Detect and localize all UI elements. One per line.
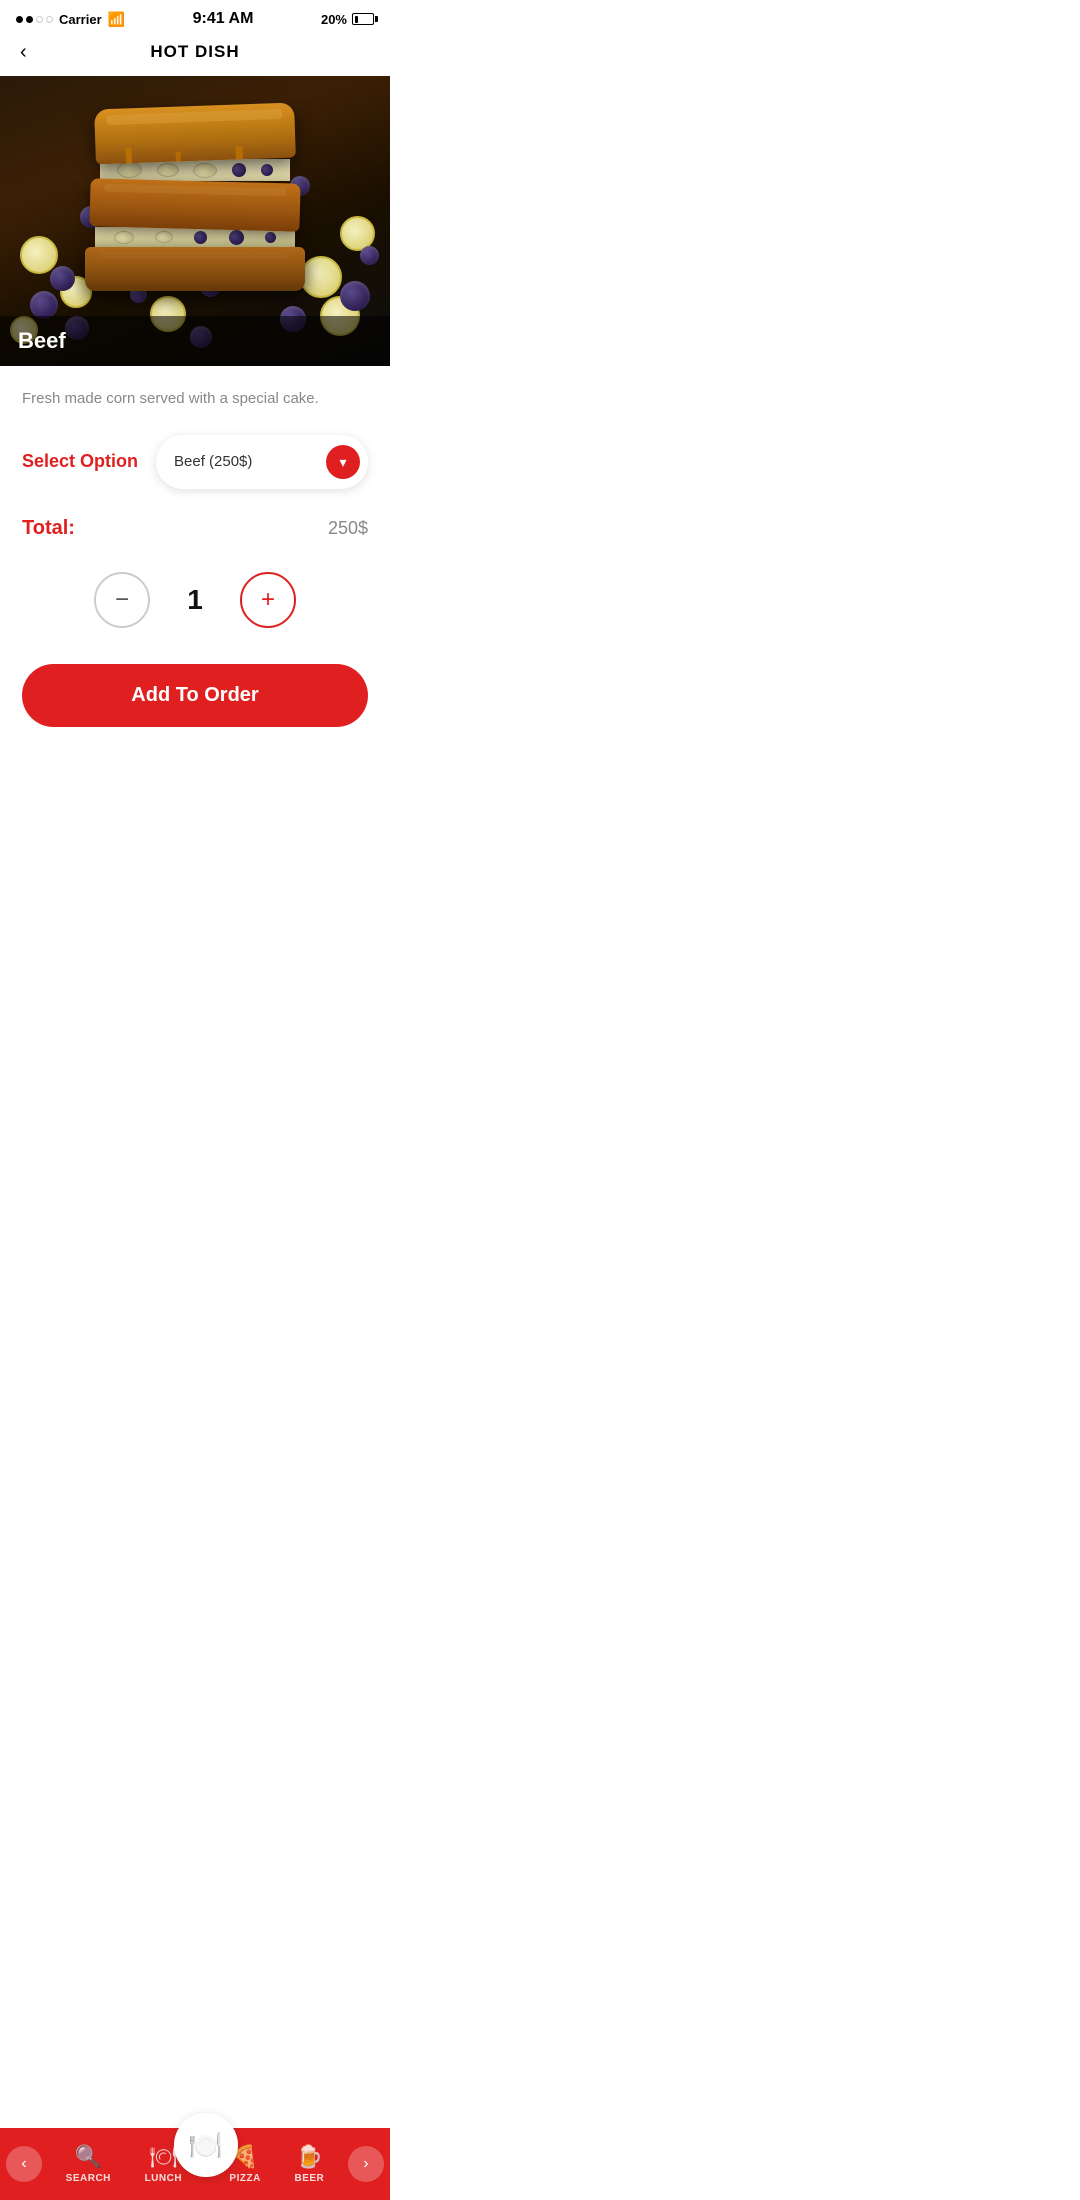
chevron-down-icon: ▾	[339, 455, 346, 469]
quantity-value: 1	[180, 584, 210, 616]
dish-icon: 🍽️	[188, 2129, 223, 2162]
quantity-controls: − 1 +	[22, 572, 368, 628]
back-button[interactable]: ‹	[20, 41, 27, 64]
nav-label-search: SEARCH	[66, 2173, 111, 2184]
dropdown-button[interactable]: ▾	[326, 445, 360, 479]
select-option-label: Select Option	[22, 451, 138, 472]
increase-button[interactable]: +	[240, 572, 296, 628]
nav-item-search[interactable]: 🔍 SEARCH	[56, 2136, 121, 2192]
status-left: Carrier 📶	[16, 11, 125, 28]
lunch-icon: 🍽	[149, 2144, 177, 2170]
search-icon: 🔍	[75, 2144, 102, 2170]
select-option-row: Select Option Beef (250$) ▾	[22, 435, 368, 489]
carrier-label: Carrier	[59, 12, 102, 27]
total-row: Total: 250$	[22, 517, 368, 540]
nav-center-circle: 🍽️	[174, 2113, 238, 2177]
status-right: 20%	[321, 12, 374, 27]
nav-forward-arrow[interactable]: ›	[348, 2146, 384, 2182]
nav-label-pizza: PIZZA	[229, 2173, 260, 2184]
total-amount: 250$	[328, 518, 368, 539]
beer-icon: 🍺	[296, 2144, 323, 2170]
nav-label-lunch: LUNCH	[145, 2173, 183, 2184]
hero-label: Beef	[0, 316, 390, 366]
battery-icon	[352, 13, 374, 25]
hero-image: Beef	[0, 76, 390, 366]
nav-item-beer[interactable]: 🍺 BEER	[284, 2136, 334, 2192]
signal-icon	[16, 16, 53, 23]
bottom-nav: ‹ 🔍 SEARCH 🍽 LUNCH 🍽️ 🍕 PIZZA 🍺 BEER ›	[0, 2128, 390, 2200]
selected-option-text: Beef (250$)	[174, 453, 252, 470]
status-time: 9:41 AM	[193, 10, 254, 28]
total-label: Total:	[22, 517, 75, 540]
page-title: HOT DISH	[150, 42, 239, 62]
product-description: Fresh made corn served with a special ca…	[22, 388, 368, 411]
nav-label-beer: BEER	[294, 2173, 324, 2184]
status-bar: Carrier 📶 9:41 AM 20%	[0, 0, 390, 34]
battery-percent: 20%	[321, 12, 347, 27]
wifi-icon: 📶	[108, 11, 125, 28]
content-area: Fresh made corn served with a special ca…	[0, 366, 390, 727]
add-to-order-button[interactable]: Add To Order	[22, 664, 368, 727]
nav-back-arrow[interactable]: ‹	[6, 2146, 42, 2182]
top-nav: ‹ HOT DISH	[0, 34, 390, 76]
option-dropdown[interactable]: Beef (250$) ▾	[156, 435, 368, 489]
decrease-button[interactable]: −	[94, 572, 150, 628]
